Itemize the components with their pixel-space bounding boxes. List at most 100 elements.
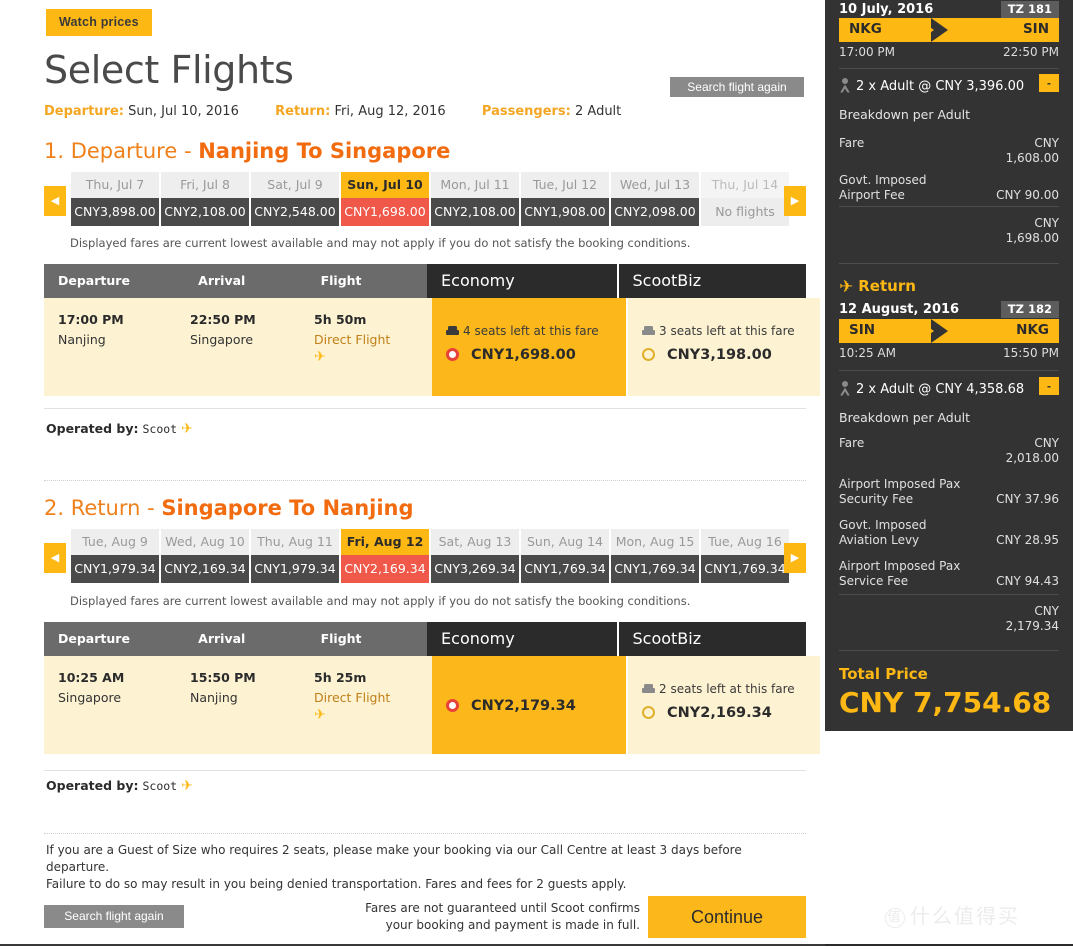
- day-cell[interactable]: Tue, Aug 16 CNY1,769.34: [701, 529, 789, 583]
- return-next-dates-button[interactable]: ▶: [784, 543, 806, 573]
- passenger-icon: [839, 381, 851, 400]
- passenger-icon: [839, 78, 851, 97]
- economy-radio-icon[interactable]: [446, 348, 459, 361]
- departure-table-header: Departure Arrival Flight Economy ScootBi…: [44, 264, 806, 298]
- economy-price: CNY2,179.34: [471, 698, 576, 714]
- outbound-date: 10 July, 2016: [839, 2, 934, 17]
- departure-label: Departure:: [44, 104, 124, 119]
- economy-seats-text: 4 seats left at this fare: [463, 324, 599, 338]
- economy-fare-cell-selected[interactable]: CNY2,179.34: [432, 656, 626, 754]
- passengers-label: Passengers:: [481, 104, 571, 119]
- day-cell[interactable]: Sat, Aug 13 CNY3,269.34: [431, 529, 519, 583]
- flight-duration: 5h 50m: [314, 312, 367, 327]
- search-flight-again-top-button[interactable]: Search flight again: [670, 77, 804, 97]
- day-cell[interactable]: Mon, Jul 11 CNY2,108.00: [431, 172, 519, 226]
- return-value: Fri, Aug 12, 2016: [334, 104, 446, 119]
- col-departure: Departure: [44, 622, 185, 656]
- sidebar-bottom-rule: [825, 944, 1073, 946]
- scootbiz-price-row[interactable]: CNY3,198.00: [642, 347, 772, 363]
- operated-by-label: Operated by:: [46, 778, 139, 793]
- scootbiz-seats-left: 2 seats left at this fare: [642, 682, 795, 698]
- departure-day-list: Thu, Jul 7 CNY3,898.00 Fri, Jul 8 CNY2,1…: [71, 172, 789, 226]
- scootbiz-radio-icon[interactable]: [642, 348, 655, 361]
- return-departure-time: 10:25 AM: [839, 346, 896, 360]
- return-fare-note: Displayed fares are current lowest avail…: [70, 594, 691, 608]
- watermark-text: 什么值得买: [910, 904, 1020, 928]
- sidebar-divider: [839, 370, 1059, 371]
- passengers-value: 2 Adult: [575, 104, 622, 119]
- day-date: Sun, Jul 10: [341, 172, 429, 198]
- economy-radio-icon[interactable]: [446, 699, 459, 712]
- day-cell[interactable]: Fri, Jul 8 CNY2,108.00: [161, 172, 249, 226]
- return-aviation-levy-label: Govt. Imposed Aviation Levy: [839, 518, 927, 547]
- departure-time: 17:00 PM: [58, 312, 124, 327]
- flight-info-cell: 10:25 AM Singapore 15:50 PM Nanjing 5h 2…: [44, 656, 432, 754]
- departure-prev-dates-button[interactable]: ◀: [44, 186, 66, 216]
- col-flight: Flight: [306, 264, 428, 298]
- day-fare: CNY2,169.34: [161, 555, 249, 583]
- day-fare: No flights: [701, 198, 789, 226]
- day-cell[interactable]: Thu, Aug 11 CNY1,979.34: [251, 529, 339, 583]
- scootbiz-fare-cell[interactable]: 2 seats left at this fare CNY2,169.34: [626, 656, 820, 754]
- economy-price-row[interactable]: CNY2,179.34: [446, 698, 576, 714]
- scootbiz-radio-icon[interactable]: [642, 706, 655, 719]
- return-label: Return:: [275, 104, 331, 119]
- scootbiz-price-row[interactable]: CNY2,169.34: [642, 705, 772, 721]
- departure-value: Sun, Jul 10, 2016: [128, 104, 239, 119]
- watch-prices-button[interactable]: Watch prices: [46, 9, 152, 36]
- day-cell-selected[interactable]: Fri, Aug 12 CNY2,169.34: [341, 529, 429, 583]
- day-fare: CNY1,908.00: [521, 198, 609, 226]
- day-cell[interactable]: Mon, Aug 15 CNY1,769.34: [611, 529, 699, 583]
- return-passenger-line: 2 x Adult @ CNY 4,358.68: [839, 381, 1024, 400]
- economy-price-row[interactable]: CNY1,698.00: [446, 347, 576, 363]
- outbound-remove-button[interactable]: -: [1039, 74, 1059, 92]
- scootbiz-price: CNY3,198.00: [667, 347, 772, 363]
- departure-city: Nanjing: [58, 332, 106, 347]
- return-remove-button[interactable]: -: [1039, 377, 1059, 395]
- route-arrow-fill: [917, 18, 934, 42]
- outbound-route-bar: NKG SIN: [839, 18, 1059, 42]
- return-prev-dates-button[interactable]: ◀: [44, 543, 66, 573]
- outbound-passenger-text: 2 x Adult @ CNY 3,396.00: [856, 79, 1025, 94]
- economy-fare-cell-selected[interactable]: 4 seats left at this fare CNY1,698.00: [432, 298, 626, 396]
- col-departure: Departure: [44, 264, 185, 298]
- return-aviation-levy-value: CNY 28.95: [996, 533, 1059, 547]
- col-scootbiz: ScootBiz: [616, 264, 806, 298]
- return-destination-code: NKG: [1016, 322, 1049, 338]
- departure-section-heading: 1. Departure - Nanjing To Singapore: [44, 139, 450, 163]
- day-cell[interactable]: Tue, Aug 9 CNY1,979.34: [71, 529, 159, 583]
- return-subtotal-value: CNY 2,179.34: [1005, 604, 1059, 633]
- departure-city: Singapore: [58, 690, 122, 705]
- operated-by-value: Scoot: [142, 422, 178, 436]
- return-route-bar: SIN NKG: [839, 319, 1059, 343]
- day-cell[interactable]: Thu, Jul 7 CNY3,898.00: [71, 172, 159, 226]
- outbound-arrival-time: 22:50 PM: [1003, 45, 1059, 59]
- day-cell[interactable]: Wed, Aug 10 CNY2,169.34: [161, 529, 249, 583]
- scootbiz-fare-cell[interactable]: 3 seats left at this fare CNY3,198.00: [626, 298, 820, 396]
- watermark-logo-icon: 值: [885, 908, 905, 928]
- footer-separator: [44, 833, 806, 834]
- return-service-fee-value: CNY 94.43: [996, 574, 1059, 588]
- day-cell-selected[interactable]: Sun, Jul 10 CNY1,698.00: [341, 172, 429, 226]
- col-flight: Flight: [306, 622, 428, 656]
- search-flight-again-bottom-button[interactable]: Search flight again: [44, 905, 184, 928]
- outbound-airportfee-label: Govt. Imposed Airport Fee: [839, 173, 927, 202]
- departure-next-dates-button[interactable]: ▶: [784, 186, 806, 216]
- return-heading-number: 2. Return -: [44, 496, 162, 520]
- day-fare: CNY1,698.00: [341, 198, 429, 226]
- day-cell[interactable]: Sat, Jul 9 CNY2,548.00: [251, 172, 339, 226]
- departure-heading-number: 1. Departure -: [44, 139, 199, 163]
- col-arrival: Arrival: [184, 622, 307, 656]
- continue-button[interactable]: Continue: [648, 896, 806, 938]
- return-heading-route: Singapore To Nanjing: [161, 496, 414, 520]
- day-cell[interactable]: Wed, Jul 13 CNY2,098.00: [611, 172, 699, 226]
- day-cell[interactable]: Sun, Aug 14 CNY1,769.34: [521, 529, 609, 583]
- scootbiz-seats-left: 3 seats left at this fare: [642, 324, 795, 340]
- day-fare: CNY1,979.34: [71, 555, 159, 583]
- day-cell[interactable]: Tue, Jul 12 CNY1,908.00: [521, 172, 609, 226]
- return-table-header: Departure Arrival Flight Economy ScootBi…: [44, 622, 806, 656]
- airplane-icon: ✈: [314, 707, 326, 723]
- outbound-airportfee-value: CNY 90.00: [996, 188, 1059, 202]
- section-separator: [44, 480, 806, 481]
- guest-of-size-line-1: If you are a Guest of Size who requires …: [46, 843, 742, 874]
